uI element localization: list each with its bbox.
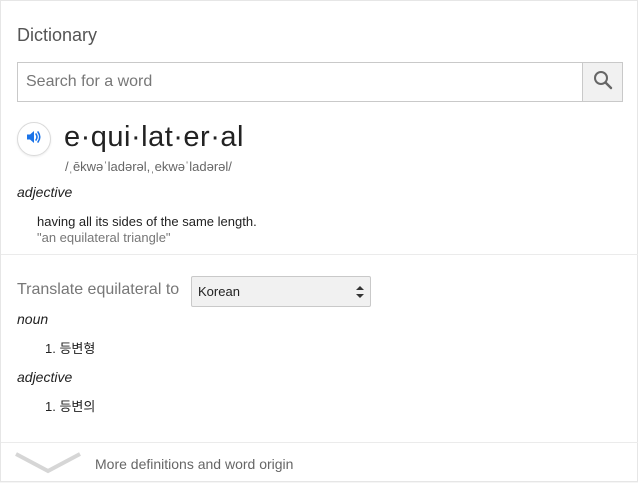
pronunciation-button[interactable] bbox=[17, 122, 51, 156]
language-select[interactable]: Korean bbox=[191, 276, 371, 307]
translation-pos-noun: noun bbox=[17, 311, 49, 327]
example-sentence: "an equilateral triangle" bbox=[37, 230, 171, 245]
panel-title: Dictionary bbox=[17, 25, 98, 45]
speaker-icon bbox=[25, 128, 43, 151]
dictionary-card: Dictionary e·qui·lat·er·al /ˌēkwəˈladərə… bbox=[0, 0, 638, 482]
translate-label: Translate equilateral to bbox=[17, 281, 180, 298]
chevron-down-icon bbox=[15, 451, 81, 480]
search-icon bbox=[593, 70, 613, 95]
more-definitions-link[interactable]: More definitions and word origin bbox=[1, 443, 638, 483]
search-box bbox=[17, 62, 623, 102]
translation-item: 1. 등변형 bbox=[45, 341, 96, 356]
section-divider bbox=[1, 254, 638, 255]
select-arrows-icon bbox=[356, 285, 364, 304]
translation-pos-adjective: adjective bbox=[17, 369, 73, 385]
phonetic: /ˌēkwəˈladərəl,ˌekwəˈladərəl/ bbox=[65, 159, 232, 174]
search-input[interactable] bbox=[18, 63, 582, 101]
definition: having all its sides of the same length. bbox=[37, 214, 257, 229]
headword: e·qui·lat·er·al bbox=[64, 121, 244, 153]
more-definitions-label: More definitions and word origin bbox=[95, 456, 294, 472]
language-select-value: Korean bbox=[198, 284, 240, 299]
part-of-speech: adjective bbox=[17, 184, 73, 200]
search-button[interactable] bbox=[582, 63, 622, 101]
translation-item: 1. 등변의 bbox=[45, 399, 96, 414]
